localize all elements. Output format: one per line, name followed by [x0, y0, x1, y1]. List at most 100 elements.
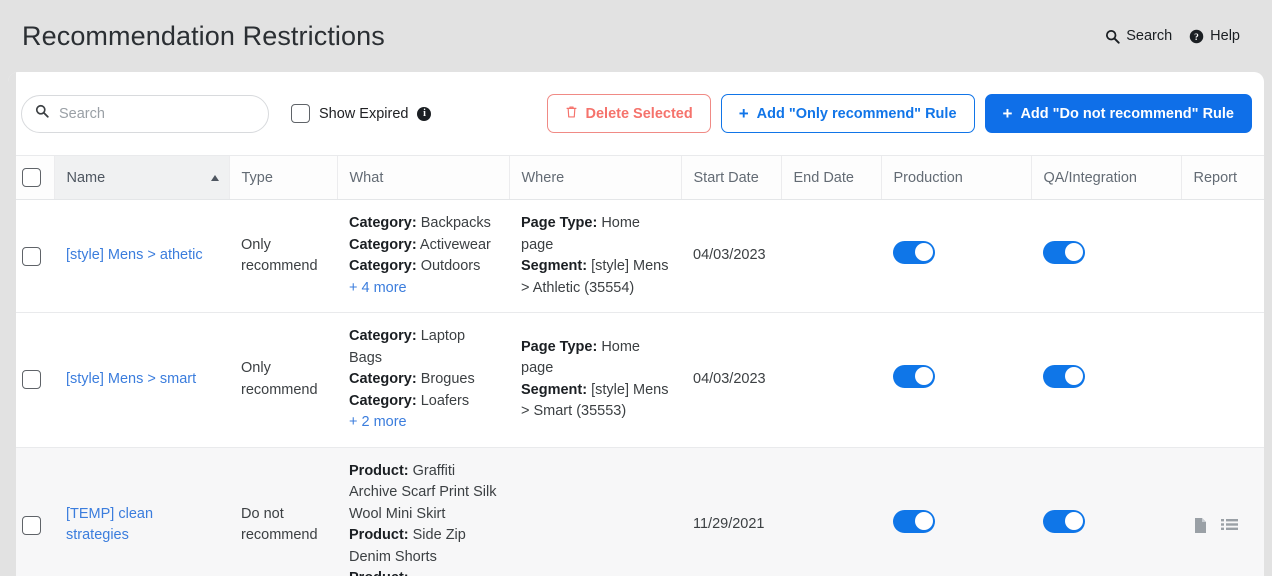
show-expired-checkbox[interactable] [291, 104, 310, 123]
qa-integration-toggle[interactable] [1043, 365, 1085, 388]
row-checkbox[interactable] [22, 516, 41, 535]
row-where-cell [509, 447, 681, 576]
what-entry-key: Product: [349, 527, 409, 543]
row-production-cell [881, 200, 1031, 313]
header-search-action[interactable]: Search [1105, 28, 1172, 44]
select-all-checkbox[interactable] [22, 168, 41, 187]
what-entry: Category: Brogues [349, 369, 499, 391]
what-entry-key: Category: [349, 258, 417, 274]
row-qa-cell [1031, 313, 1181, 448]
svg-text:?: ? [1194, 32, 1199, 42]
row-production-cell [881, 447, 1031, 576]
add-do-not-recommend-button[interactable]: + Add "Do not recommend" Rule [985, 94, 1252, 133]
header-help-action[interactable]: ? Help [1189, 28, 1240, 44]
toolbar-buttons: Delete Selected + Add "Only recommend" R… [547, 94, 1253, 133]
production-toggle[interactable] [893, 241, 935, 264]
row-type-cell: Only recommend [229, 200, 337, 313]
table-row[interactable]: [style] Mens > athetic Only recommend Cate… [8, 200, 1264, 313]
rule-type-label: Only recommend [241, 237, 318, 275]
column-header-name-label: Name [67, 170, 106, 186]
where-entry-key: Segment: [521, 382, 587, 398]
start-date-value: 11/29/2021 [693, 516, 765, 532]
where-entry: Page Type: Home page [521, 213, 671, 256]
search-input[interactable] [57, 105, 247, 123]
toggle-knob [1065, 367, 1083, 385]
delete-selected-label: Delete Selected [586, 106, 693, 122]
table-head: Name Type What Where Start Date [8, 156, 1264, 200]
toggle-knob [1065, 243, 1083, 261]
help-circle-icon: ? [1189, 29, 1204, 44]
what-entry: Product: Graffiti Archive Scarf Print Si… [349, 461, 499, 526]
row-report-cell [1181, 447, 1264, 576]
toggle-knob [915, 367, 933, 385]
list-icon [1221, 518, 1238, 533]
report-icon-group [1193, 517, 1264, 534]
what-entry-value: Backpacks [421, 215, 491, 231]
toggle-knob [915, 243, 933, 261]
row-end-date-cell [781, 200, 881, 313]
what-entry-key: Product: [349, 463, 409, 479]
row-name-cell: [style] Mens > smart [54, 313, 229, 448]
column-header-where[interactable]: Where [509, 156, 681, 200]
row-what-cell: Category: Laptop BagsCategory: BroguesCa… [337, 313, 509, 448]
file-icon[interactable] [1193, 517, 1208, 534]
what-entry-key: Category: [349, 371, 417, 387]
row-start-date-cell: 04/03/2023 [681, 313, 781, 448]
table-row[interactable]: [TEMP] clean strategiesDo not recommendP… [8, 447, 1264, 576]
row-checkbox[interactable] [22, 247, 41, 266]
what-entry: Category: Loafers [349, 391, 499, 413]
column-header-report[interactable]: Report [1181, 156, 1264, 200]
table-row[interactable]: [style] Mens > smart Only recommend Catego… [8, 313, 1264, 448]
row-name-cell: [TEMP] clean strategies [54, 447, 229, 576]
add-only-recommend-button[interactable]: + Add "Only recommend" Rule [721, 94, 975, 133]
column-header-end-date[interactable]: End Date [781, 156, 881, 200]
qa-integration-toggle[interactable] [1043, 241, 1085, 264]
column-header-type-label: Type [242, 170, 273, 186]
delete-selected-button[interactable]: Delete Selected [547, 94, 711, 133]
where-entry: Segment: [style] Mens > Athletic (35554) [521, 256, 671, 299]
rule-name-link[interactable]: [style] Mens > smart [66, 371, 196, 387]
rule-name-link[interactable]: [style] Mens > athetic [66, 247, 203, 263]
page-header: Recommendation Restrictions Search ? Hel… [0, 0, 1272, 72]
column-header-qa-integration[interactable]: QA/Integration [1031, 156, 1181, 200]
search-box[interactable] [21, 95, 269, 133]
show-expired-control[interactable]: Show Expired i [291, 104, 431, 123]
header-help-label: Help [1210, 28, 1240, 44]
column-header-where-label: Where [522, 170, 565, 186]
column-header-what[interactable]: What [337, 156, 509, 200]
what-entry-key: Category: [349, 328, 417, 344]
plus-icon: + [739, 105, 749, 122]
header-search-label: Search [1126, 28, 1172, 44]
column-header-start-date[interactable]: Start Date [681, 156, 781, 200]
info-icon[interactable]: i [417, 107, 431, 121]
table-header-row: Name Type What Where Start Date [8, 156, 1264, 200]
column-header-type[interactable]: Type [229, 156, 337, 200]
what-more-link[interactable]: + 2 more [349, 412, 407, 434]
column-header-start-date-label: Start Date [694, 170, 759, 186]
column-header-report-label: Report [1194, 170, 1238, 186]
rule-name-link[interactable]: [TEMP] clean strategies [66, 506, 153, 544]
restrictions-table-wrapper: Name Type What Where Start Date [8, 155, 1264, 576]
row-checkbox[interactable] [22, 370, 41, 389]
show-expired-label: Show Expired [319, 106, 408, 122]
what-entry: Product: [349, 568, 499, 576]
list-icon[interactable] [1221, 518, 1238, 533]
row-what-cell: Category: BackpacksCategory: ActivewearC… [337, 200, 509, 313]
qa-integration-toggle[interactable] [1043, 510, 1085, 533]
what-more-link[interactable]: + 4 more [349, 278, 407, 300]
row-name-cell: [style] Mens > athetic [54, 200, 229, 313]
row-where-cell: Page Type: Home pageSegment: [style] Men… [509, 313, 681, 448]
column-header-name[interactable]: Name [54, 156, 229, 200]
production-toggle[interactable] [893, 365, 935, 388]
production-toggle[interactable] [893, 510, 935, 533]
search-icon [35, 104, 49, 123]
column-header-production[interactable]: Production [881, 156, 1031, 200]
add-do-not-recommend-label: Add "Do not recommend" Rule [1020, 106, 1234, 122]
row-end-date-cell [781, 447, 881, 576]
row-where-cell: Page Type: Home pageSegment: [style] Men… [509, 200, 681, 313]
column-header-what-label: What [350, 170, 384, 186]
what-entry-key: Category: [349, 393, 417, 409]
rule-type-label: Only recommend [241, 360, 318, 398]
add-only-recommend-label: Add "Only recommend" Rule [757, 106, 957, 122]
row-report-cell [1181, 200, 1264, 313]
